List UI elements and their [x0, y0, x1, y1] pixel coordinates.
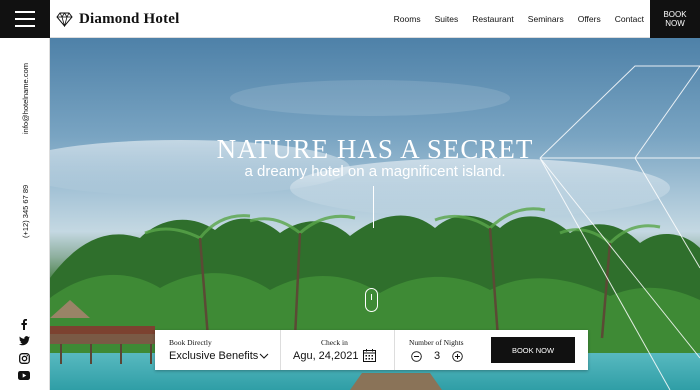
top-bar: Diamond Hotel Rooms Suites Restaurant Se… [0, 0, 700, 38]
nav-item-seminars[interactable]: Seminars [528, 14, 564, 24]
check-in-field[interactable]: Check in Agu, 24,2021 [281, 330, 395, 370]
menu-bar-line [15, 25, 35, 27]
hero-subline: a dreamy hotel on a magnificent island. [244, 163, 506, 180]
youtube-icon[interactable] [18, 369, 30, 381]
twitter-icon[interactable] [18, 335, 30, 347]
plus-icon[interactable] [452, 351, 463, 362]
book-directly-field[interactable]: Book Directly Exclusive Benefits [155, 330, 281, 370]
booking-bar: Book Directly Exclusive Benefits Check i… [155, 330, 588, 370]
book-now-button[interactable]: BOOK NOW [491, 337, 575, 363]
nav-item-restaurant[interactable]: Restaurant [472, 14, 514, 24]
social-links [18, 318, 30, 381]
diamond-icon [56, 11, 73, 27]
book-directly-value: Exclusive Benefits [169, 350, 259, 362]
instagram-icon[interactable] [18, 352, 30, 364]
nights-value[interactable]: 3 [434, 350, 440, 362]
main-nav: Rooms Suites Restaurant Seminars Offers … [394, 0, 644, 38]
facebook-icon[interactable] [18, 318, 30, 330]
brand-logo[interactable]: Diamond Hotel [56, 8, 180, 30]
minus-icon[interactable] [411, 351, 422, 362]
book-now-header-button[interactable]: BOOK NOW [650, 0, 700, 38]
hero-headline: NATURE HAS A SECRET [216, 134, 534, 164]
nav-item-rooms[interactable]: Rooms [394, 14, 421, 24]
nav-item-contact[interactable]: Contact [615, 14, 644, 24]
check-in-value: Agu, 24,2021 [293, 350, 359, 362]
hero-divider [373, 186, 374, 228]
nights-label: Number of Nights [409, 338, 464, 347]
book-now-line: NOW [665, 19, 685, 28]
book-now-line: BOOK [663, 10, 687, 19]
menu-bar-line [15, 18, 35, 20]
menu-bar-line [15, 11, 35, 13]
nav-item-suites[interactable]: Suites [435, 14, 459, 24]
book-directly-label: Book Directly [169, 338, 212, 347]
phone-link[interactable]: (+12) 345 67 89 [21, 185, 30, 238]
brand-name: Diamond Hotel [79, 10, 180, 27]
scroll-mouse-icon[interactable] [365, 288, 378, 312]
email-link[interactable]: info@hotelname.com [21, 63, 30, 134]
hamburger-menu-button[interactable] [0, 0, 50, 38]
check-in-label: Check in [321, 338, 348, 347]
nav-item-offers[interactable]: Offers [578, 14, 601, 24]
left-rail: info@hotelname.com (+12) 345 67 89 [0, 38, 50, 390]
chevron-down-icon [259, 353, 269, 359]
calendar-icon[interactable] [363, 349, 376, 362]
